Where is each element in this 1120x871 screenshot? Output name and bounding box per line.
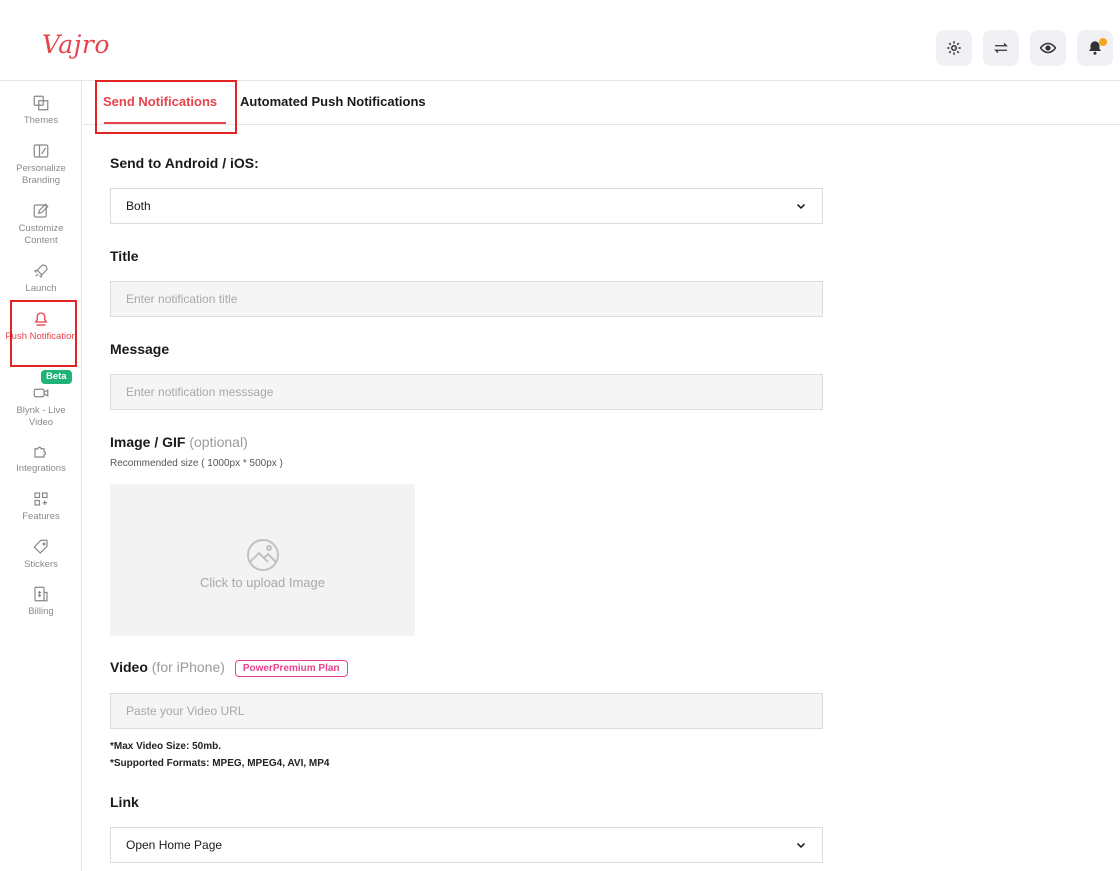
chevron-down-icon (796, 203, 806, 210)
sidebar-item-label: Personalize Branding (16, 163, 66, 186)
image-size-hint: Recommended size ( 1000px * 500px ) (110, 458, 283, 469)
sidebar-item-label: Stickers (24, 559, 58, 570)
image-label: Image / GIF (optional) (110, 434, 248, 450)
video-icon (33, 388, 49, 398)
title-label: Title (110, 248, 139, 264)
beta-badge: Beta (41, 370, 72, 384)
video-label-text: Video (110, 659, 148, 675)
message-label: Message (110, 341, 170, 357)
switch-icon (994, 43, 1008, 53)
preview-eye-icon (1039, 42, 1057, 54)
themes-icon (33, 95, 49, 111)
active-tab-highlight (95, 80, 237, 134)
puzzle-icon (34, 446, 47, 458)
sidebar-item-label: Launch (25, 283, 57, 294)
settings-icon (947, 41, 961, 55)
sidebar-item-label: Features (22, 511, 60, 522)
features-grid-icon (34, 492, 48, 506)
branding-icon (33, 144, 49, 158)
sidebar-item-branding[interactable]: Personalize Branding (0, 142, 82, 187)
video-label: Video (for iPhone) PowerPremium Plan (110, 659, 348, 677)
title-input[interactable] (110, 281, 823, 317)
platform-select-value: Both (126, 199, 151, 213)
sidebar-item-label: Customize Content (18, 223, 64, 246)
notifications-button[interactable] (1077, 30, 1113, 66)
image-optional-text: (optional) (189, 434, 248, 450)
video-size-note: *Max Video Size: 50mb. (110, 741, 221, 752)
video-format-note: *Supported Formats: MPEG, MPEG4, AVI, MP… (110, 758, 330, 769)
video-sub-text: (for iPhone) (151, 659, 225, 675)
sidebar-item-label: Integrations (16, 463, 66, 474)
sidebar-item-integrations[interactable]: Integrations (0, 442, 82, 475)
notification-dot (1099, 38, 1107, 46)
tag-icon (33, 539, 48, 554)
premium-plan-badge: PowerPremium Plan (234, 660, 348, 677)
sidebar-item-launch[interactable]: Launch (0, 262, 82, 295)
switch-button[interactable] (983, 30, 1019, 66)
link-select-value: Open Home Page (126, 838, 223, 852)
rocket-icon (33, 264, 48, 279)
message-input[interactable] (110, 374, 823, 410)
image-label-text: Image / GIF (110, 434, 186, 450)
image-upload-icon (246, 538, 279, 571)
sidebar-item-features[interactable]: Features (0, 490, 82, 523)
sidebar-item-themes[interactable]: Themes (0, 94, 82, 127)
billing-icon (34, 586, 48, 602)
edit-icon (33, 203, 49, 218)
sidebar-item-label: Themes (23, 115, 59, 126)
sidebar-item-billing[interactable]: Billing (0, 585, 82, 618)
link-label: Link (110, 794, 139, 810)
active-item-highlight (10, 300, 77, 367)
platform-label: Send to Android / iOS: (110, 155, 259, 171)
sidebar-item-blynk-live-video[interactable]: Blynk - Live Video (0, 384, 82, 429)
upload-text: Click to upload Image (199, 574, 325, 590)
tab-automated-push-notifications[interactable]: Automated Push Notifications (240, 94, 426, 109)
link-select[interactable]: Open Home Page (110, 827, 823, 863)
platform-select[interactable]: Both (110, 188, 823, 224)
image-upload-dropzone[interactable]: Click to upload Image (110, 484, 415, 636)
preview-button[interactable] (1030, 30, 1066, 66)
sidebar-item-label: Billing (28, 606, 54, 617)
video-url-input[interactable] (110, 693, 823, 729)
vajro-logo[interactable]: Vajro (42, 30, 110, 59)
sidebar-item-stickers[interactable]: Stickers (0, 538, 82, 571)
settings-button[interactable] (936, 30, 972, 66)
notification-tabs: Send Notifications Automated Push Notifi… (83, 81, 1120, 125)
sidebar: Themes Personalize Branding Customize Co… (0, 81, 82, 871)
sidebar-item-label: Blynk - Live Video (16, 405, 66, 428)
chevron-down-icon (796, 842, 806, 849)
top-header: Vajro (0, 0, 1120, 81)
sidebar-item-customize-content[interactable]: Customize Content (0, 202, 82, 247)
